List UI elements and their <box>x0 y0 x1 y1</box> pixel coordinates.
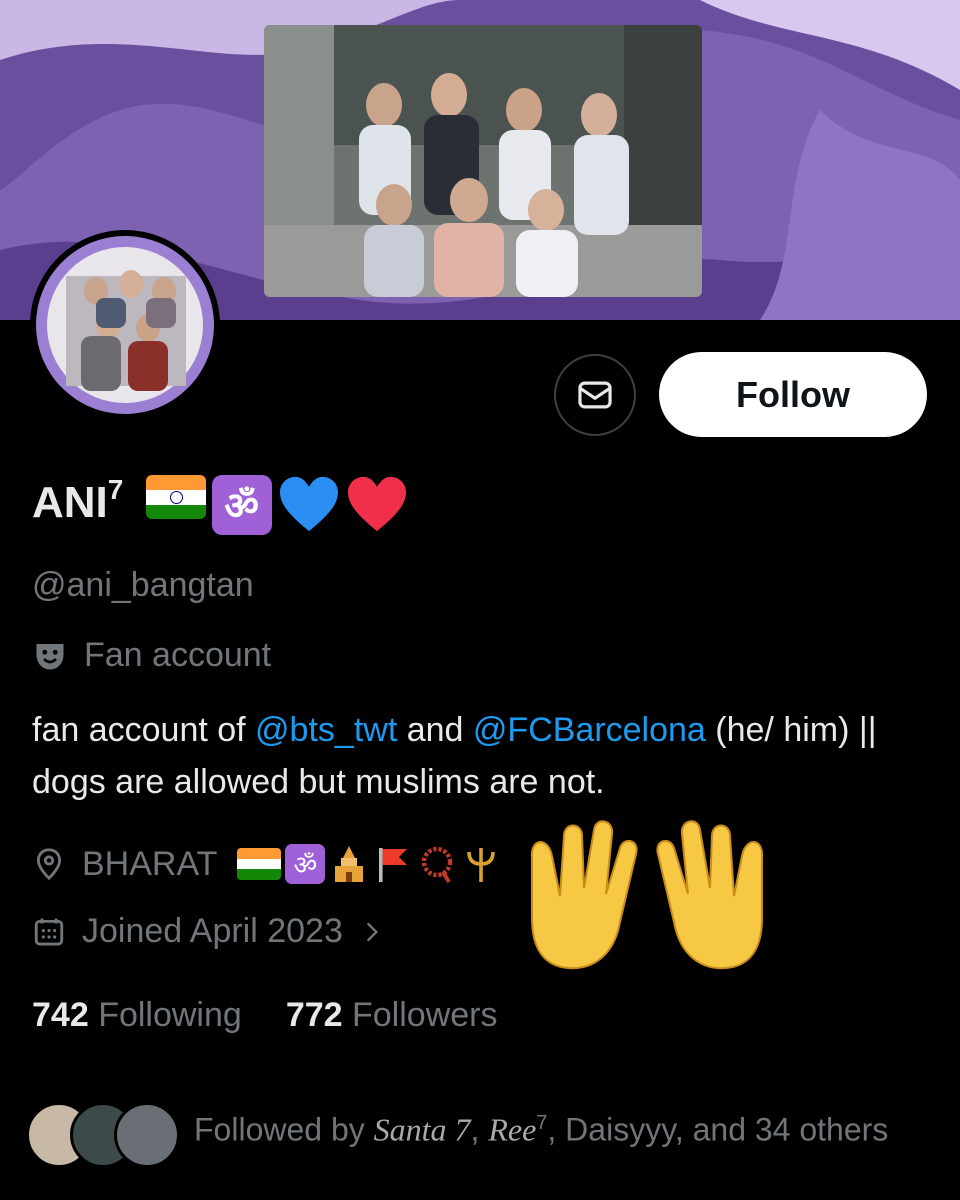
followed-by-section[interactable]: Followed by Santa 7, Ree7, Daisyyy, and … <box>26 1102 894 1168</box>
follow-stats: 742 Following 772 Followers <box>32 996 497 1035</box>
joined-label: Joined April 2023 <box>82 912 343 950</box>
following-stat[interactable]: 742 Following <box>32 996 242 1035</box>
follow-button[interactable]: Follow <box>659 352 927 437</box>
theater-masks-icon <box>36 643 64 669</box>
follower-name-superscript: 7 <box>536 1112 548 1134</box>
followed-by-prefix: Followed by <box>194 1111 374 1148</box>
display-name-text: ANI <box>32 478 108 527</box>
followed-by-separator: , <box>470 1111 489 1148</box>
calendar-icon <box>34 918 64 945</box>
following-count: 742 <box>32 996 89 1034</box>
profile-joined-date[interactable]: Joined April 2023 <box>32 912 385 951</box>
prayer-beads-icon <box>422 846 453 884</box>
followers-stat[interactable]: 772 Followers <box>286 996 498 1035</box>
chevron-right-icon <box>366 921 378 942</box>
follower-name: Santa 7 <box>373 1111 471 1148</box>
followed-by-rest: , Daisyyy, and 34 others <box>547 1111 889 1148</box>
follower-avatar <box>114 1102 180 1168</box>
followed-by-avatars <box>26 1102 180 1168</box>
blue-heart-icon <box>279 477 338 532</box>
raised-hands-icon <box>530 820 764 970</box>
username-handle: @ani_bangtan <box>32 566 254 604</box>
following-label: Following <box>98 996 242 1034</box>
banner-group-photo <box>264 25 702 297</box>
followers-count: 772 <box>285 996 343 1034</box>
location-pin-icon <box>36 848 62 881</box>
follower-name: Ree <box>488 1111 537 1148</box>
followers-label: Followers <box>352 996 498 1034</box>
india-flag-icon <box>237 848 282 880</box>
red-heart-icon <box>347 477 406 532</box>
location-emojis: ॐ <box>237 844 501 884</box>
followed-by-text: Followed by Santa 7, Ree7, Daisyyy, and … <box>194 1100 894 1153</box>
bio-text-1: fan account of <box>32 711 256 749</box>
name-emojis: ॐ <box>145 475 408 536</box>
om-icon: ॐ <box>285 844 326 884</box>
envelope-icon <box>578 381 612 409</box>
om-icon: ॐ <box>211 475 272 536</box>
profile-category: Fan account <box>32 636 271 675</box>
trident-icon <box>467 848 496 882</box>
mention-link-fcbarcelona[interactable]: @FCBarcelona <box>473 711 706 749</box>
india-flag-icon <box>145 475 206 520</box>
temple-icon <box>335 846 364 882</box>
display-name: ANI7 ॐ <box>32 474 408 536</box>
message-button[interactable] <box>554 354 636 436</box>
location-label: BHARAT <box>82 844 218 883</box>
category-label: Fan account <box>84 636 272 674</box>
bio-text-2: and <box>397 711 473 749</box>
display-name-superscript: 7 <box>107 474 124 505</box>
profile-avatar[interactable] <box>30 230 220 420</box>
saffron-flag-icon <box>379 848 408 882</box>
profile-location: BHARAT ॐ <box>32 844 501 884</box>
profile-bio: fan account of @bts_twt and @FCBarcelona… <box>32 704 922 808</box>
mention-link-bts[interactable]: @bts_twt <box>255 711 397 749</box>
